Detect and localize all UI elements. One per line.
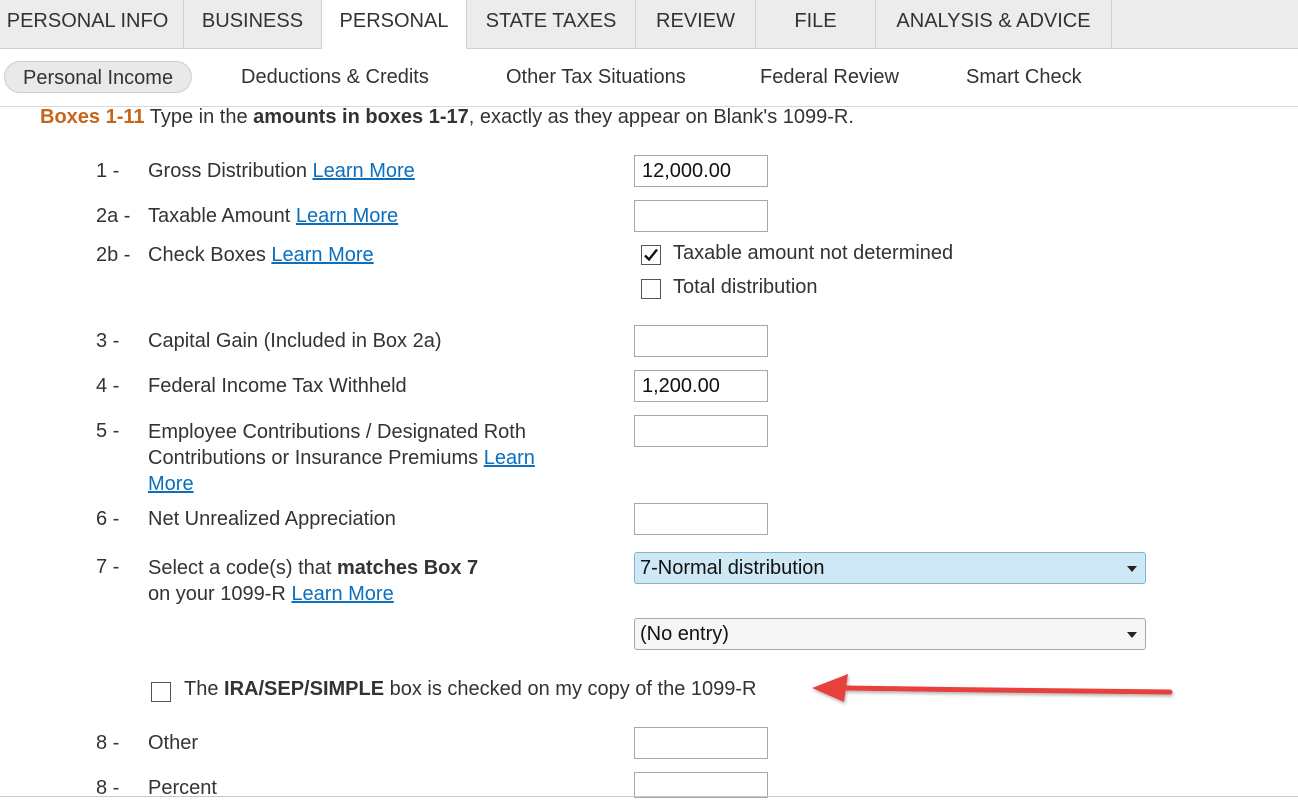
box4-federal-tax-withheld-input[interactable] (634, 370, 768, 402)
box4-number: 4 - (96, 375, 120, 397)
box6-net-unrealized-appreciation-input[interactable] (634, 503, 768, 535)
ira-sep-simple-checkbox[interactable] (151, 682, 171, 702)
box3-capital-gain-input[interactable] (634, 325, 768, 357)
box7-number: 7 - (96, 556, 120, 578)
subtab-smart-check[interactable]: Smart Check (966, 61, 1082, 93)
box3-number: 3 - (96, 330, 120, 352)
box1-label: Gross Distribution Learn More (148, 160, 415, 182)
box7-learn-more-link[interactable]: Learn More (291, 583, 393, 605)
red-arrow-annotation-icon (812, 674, 1173, 702)
box2a-label: Taxable Amount Learn More (148, 205, 399, 227)
form-instructions: Boxes 1-11 Type in the amounts in boxes … (40, 106, 854, 128)
dropdown-arrow-icon (1127, 566, 1137, 572)
box2b-learn-more-link[interactable]: Learn More (271, 244, 373, 266)
bottom-divider (0, 796, 1298, 797)
boxes-heading: Boxes 1-11 (40, 106, 145, 128)
box2b-number: 2b - (96, 244, 131, 266)
box8-percent-input[interactable] (634, 772, 768, 798)
box1-gross-distribution-input[interactable] (634, 155, 768, 187)
box7-label: Select a code(s) that matches Box 7 on y… (148, 557, 479, 605)
subtab-deductions-credits[interactable]: Deductions & Credits (241, 61, 429, 93)
tab-business[interactable]: BUSINESS (184, 0, 322, 48)
box7-code-select-1[interactable]: 7-Normal distribution (634, 552, 1146, 584)
box5-label: Employee Contributions / Designated Roth… (148, 421, 535, 495)
box8-percent-label: Percent (148, 777, 217, 799)
sub-nav: Personal Income Deductions & Credits Oth… (0, 49, 1298, 107)
box2a-number: 2a - (96, 205, 131, 227)
box8-other-label: Other (148, 732, 199, 754)
box2b-label: Check Boxes Learn More (148, 244, 374, 266)
checkmark-icon (644, 248, 658, 262)
tab-personal[interactable]: PERSONAL (322, 0, 467, 49)
box7-code-select-2[interactable]: (No entry) (634, 618, 1146, 650)
ira-sep-simple-label: The IRA/SEP/SIMPLE box is checked on my … (184, 678, 757, 700)
box6-label: Net Unrealized Appreciation (148, 508, 396, 530)
taxable-amount-not-determined-checkbox[interactable] (641, 245, 661, 265)
subtab-personal-income[interactable]: Personal Income (4, 61, 193, 93)
box1-learn-more-link[interactable]: Learn More (313, 160, 415, 182)
dropdown-arrow-icon (1127, 632, 1137, 638)
top-tab-bar: PERSONAL INFO BUSINESS PERSONAL STATE TA… (0, 0, 1298, 49)
tab-personal-info[interactable]: PERSONAL INFO (0, 0, 184, 48)
total-distribution-label: Total distribution (673, 276, 818, 298)
tab-file[interactable]: FILE (756, 0, 876, 48)
box5-number: 5 - (96, 420, 120, 442)
taxable-amount-not-determined-label: Taxable amount not determined (673, 242, 954, 264)
box1-number: 1 - (96, 160, 120, 182)
tab-state-taxes[interactable]: STATE TAXES (467, 0, 636, 48)
subtab-federal-review[interactable]: Federal Review (760, 61, 899, 93)
tab-analysis-advice[interactable]: ANALYSIS & ADVICE (876, 0, 1112, 48)
box2a-learn-more-link[interactable]: Learn More (296, 205, 398, 227)
tab-review[interactable]: REVIEW (636, 0, 756, 48)
box8-other-number: 8 - (96, 732, 120, 754)
box2a-taxable-amount-input[interactable] (634, 200, 768, 232)
subtab-other-tax-situations[interactable]: Other Tax Situations (506, 61, 686, 93)
box8-other-input[interactable] (634, 727, 768, 759)
box6-number: 6 - (96, 508, 120, 530)
box4-label: Federal Income Tax Withheld (148, 375, 407, 397)
total-distribution-checkbox[interactable] (641, 279, 661, 299)
box3-label: Capital Gain (Included in Box 2a) (148, 330, 442, 352)
box5-employee-contributions-input[interactable] (634, 415, 768, 447)
